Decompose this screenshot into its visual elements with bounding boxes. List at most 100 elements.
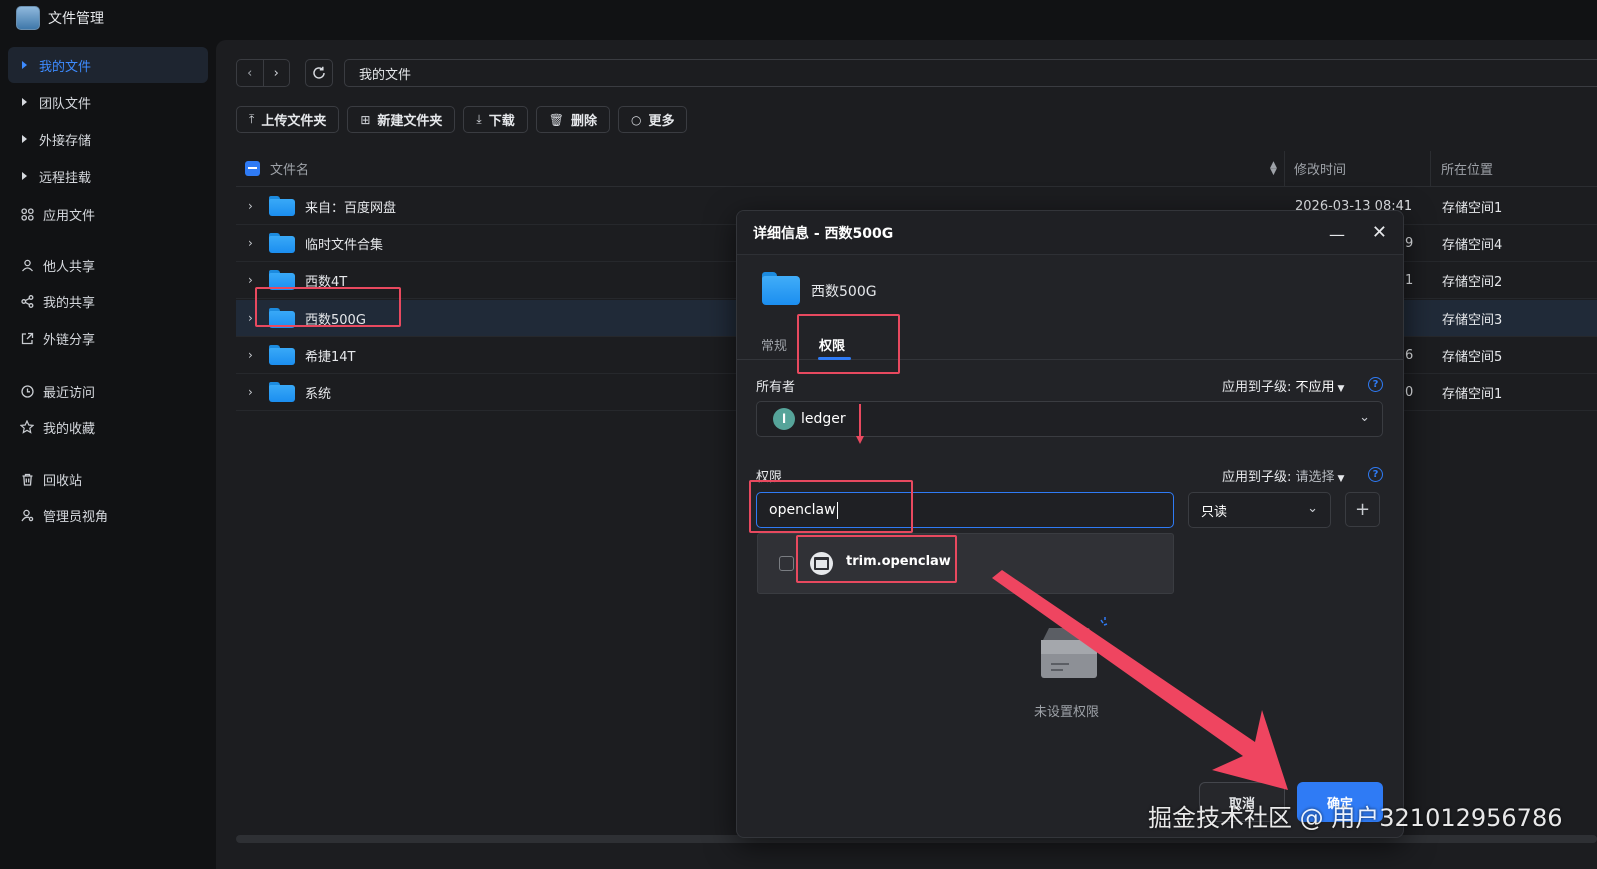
sidebar-item-team-files[interactable]: 团队文件 xyxy=(8,84,208,120)
new-folder-icon: ⊞ xyxy=(360,112,371,127)
sidebar-item-label: 我的文件 xyxy=(39,59,92,75)
sidebar-item-label: 远程挂载 xyxy=(39,170,92,186)
share-icon xyxy=(20,294,34,308)
avatar: l xyxy=(773,408,795,430)
add-permission-button[interactable]: + xyxy=(1345,492,1380,527)
dialog-header: 详细信息 - 西数500G xyxy=(737,211,1403,255)
column-name[interactable]: 文件名 xyxy=(270,159,309,178)
row-time: 1 xyxy=(1405,272,1414,288)
row-name: 西数500G xyxy=(305,312,366,328)
minimize-icon[interactable]: — xyxy=(1329,225,1345,244)
trash-icon: 🗑 xyxy=(548,112,564,127)
help-icon[interactable]: ? xyxy=(1368,467,1383,482)
chevron-down-icon: ⌄ xyxy=(1307,501,1318,516)
apply-label: 应用到子级: xyxy=(1222,470,1292,485)
refresh-button[interactable] xyxy=(305,59,333,87)
column-location[interactable]: 所在位置 xyxy=(1441,159,1493,178)
row-location: 存储空间3 xyxy=(1442,312,1503,328)
empty-permissions-text: 未设置权限 xyxy=(1034,705,1100,720)
help-icon[interactable]: ? xyxy=(1368,377,1383,392)
folder-icon xyxy=(269,382,295,402)
folder-icon xyxy=(269,345,295,365)
owner-value: ledger xyxy=(801,411,846,427)
new-folder-button[interactable]: ⊞ 新建文件夹 xyxy=(347,106,456,133)
tab-permissions[interactable]: 权限 xyxy=(819,335,845,354)
row-name: 来自：百度网盘 xyxy=(305,200,397,216)
row-time: 9 xyxy=(1405,235,1414,251)
link-share-icon xyxy=(20,331,34,345)
clock-icon xyxy=(20,384,34,398)
chevron-right-icon[interactable]: › xyxy=(248,311,260,325)
row-name: 西数4T xyxy=(305,274,348,290)
upload-folder-button[interactable]: ⤒ 上传文件夹 xyxy=(236,106,340,133)
toolbar: ⤒ 上传文件夹 ⊞ 新建文件夹 ⤓ 下载 🗑 删除 ○ 更多 xyxy=(236,106,688,133)
folder-icon xyxy=(269,233,295,253)
sidebar-item-label: 管理员视角 xyxy=(43,509,109,525)
sidebar-item-label: 我的共享 xyxy=(43,295,96,311)
triangle-right-icon xyxy=(22,135,27,143)
caret-down-icon: ▼ xyxy=(1337,474,1345,484)
sidebar-item-shared-with-me[interactable]: 他人共享 xyxy=(8,247,208,283)
path-bar[interactable]: 我的文件 xyxy=(344,59,1597,87)
triangle-right-icon xyxy=(22,172,27,180)
sidebar-item-remote-mount[interactable]: 远程挂载 xyxy=(8,158,208,194)
chevron-right-icon[interactable]: › xyxy=(248,236,260,250)
tab-general[interactable]: 常规 xyxy=(761,335,787,354)
close-icon[interactable]: ✕ xyxy=(1372,222,1387,243)
sidebar-item-admin-view[interactable]: 管理员视角 xyxy=(8,497,208,533)
forward-button[interactable]: › xyxy=(262,60,290,86)
more-label: 更多 xyxy=(648,114,675,129)
permission-apply-children[interactable]: 应用到子级: 请选择 ▼ xyxy=(1222,466,1344,485)
permission-user-input[interactable]: openclaw xyxy=(756,492,1174,528)
sidebar-item-my-files[interactable]: 我的文件 xyxy=(8,47,208,83)
upload-folder-label: 上传文件夹 xyxy=(261,114,327,129)
delete-button[interactable]: 🗑 删除 xyxy=(535,106,610,133)
app-user-icon xyxy=(810,552,833,575)
sidebar-item-label: 外接存储 xyxy=(39,133,92,149)
active-tab-indicator xyxy=(818,357,851,360)
chevron-right-icon[interactable]: › xyxy=(248,348,260,362)
row-time: 6 xyxy=(1405,347,1414,363)
select-all-checkbox[interactable] xyxy=(245,161,260,176)
chevron-right-icon[interactable]: › xyxy=(248,199,260,213)
watermark-text: 掘金技术社区 @ 用户321012956786 xyxy=(1148,804,1563,832)
suggestion-checkbox[interactable] xyxy=(779,556,794,571)
row-time: 0 xyxy=(1405,384,1414,400)
file-manager-app: 文件管理 我的文件 团队文件 外接存储 远程挂载 应用文件 他人共享 我的共享 … xyxy=(0,0,1597,869)
refresh-icon xyxy=(313,66,325,79)
download-button[interactable]: ⤓ 下载 xyxy=(463,106,528,133)
row-name: 希捷14T xyxy=(305,349,356,365)
access-level-select[interactable]: 只读 ⌄ xyxy=(1188,492,1331,528)
chevron-right-icon[interactable]: › xyxy=(248,273,260,287)
title-bar: 文件管理 xyxy=(0,0,1597,36)
sidebar-item-my-shares[interactable]: 我的共享 xyxy=(8,283,208,319)
dialog-title: 详细信息 - 西数500G xyxy=(753,225,894,242)
sidebar-item-favorites[interactable]: 我的收藏 xyxy=(8,409,208,445)
sidebar-item-app-files[interactable]: 应用文件 xyxy=(8,196,208,232)
sort-icon[interactable]: ▲ ▼ xyxy=(1270,160,1277,176)
caret-down-icon: ▼ xyxy=(1337,384,1345,394)
folder-icon xyxy=(269,308,295,328)
row-location: 存储空间5 xyxy=(1442,349,1503,365)
delete-label: 删除 xyxy=(570,114,597,129)
back-button[interactable]: ‹ xyxy=(237,60,263,86)
plus-icon: + xyxy=(1354,499,1371,520)
sidebar-item-recent[interactable]: 最近访问 xyxy=(8,373,208,409)
details-dialog: 详细信息 - 西数500G — ✕ 西数500G 常规 权限 所有者 应用到子级… xyxy=(736,210,1404,838)
suggestion-label[interactable]: trim.openclaw xyxy=(846,554,951,569)
owner-apply-children[interactable]: 应用到子级: 不应用 ▼ xyxy=(1222,376,1344,395)
download-icon: ⤓ xyxy=(476,112,482,126)
sidebar-item-label: 我的收藏 xyxy=(43,421,96,437)
more-button[interactable]: ○ 更多 xyxy=(617,106,688,133)
folder-icon xyxy=(762,272,800,305)
column-modified[interactable]: 修改时间 xyxy=(1294,159,1346,178)
table-header: 文件名 ▲ ▼ 修改时间 所在位置 xyxy=(236,151,1597,187)
sidebar-item-label: 团队文件 xyxy=(39,96,92,112)
chevron-right-icon[interactable]: › xyxy=(248,385,260,399)
row-location: 存储空间1 xyxy=(1442,386,1503,402)
sidebar-item-external-storage[interactable]: 外接存储 xyxy=(8,121,208,157)
owner-select[interactable]: l ledger ⌄ xyxy=(756,401,1383,437)
new-folder-label: 新建文件夹 xyxy=(377,114,443,129)
sidebar-item-recycle-bin[interactable]: 回收站 xyxy=(8,461,208,497)
sidebar-item-link-shares[interactable]: 外链分享 xyxy=(8,320,208,356)
